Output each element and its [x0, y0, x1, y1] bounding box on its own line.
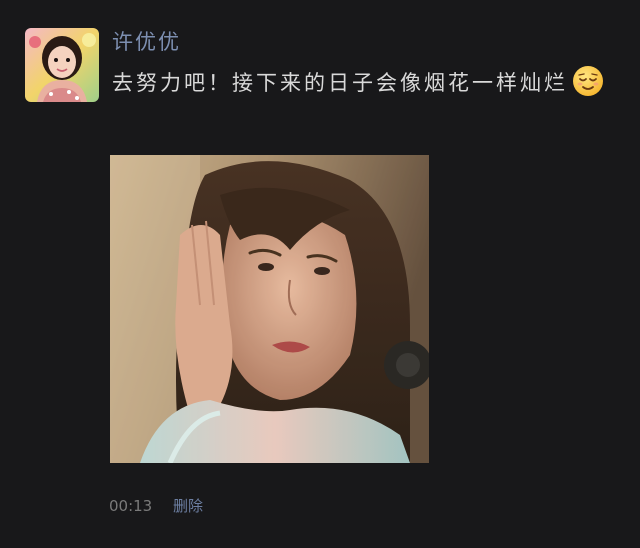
- relieved-face-emoji-icon: [572, 65, 604, 97]
- avatar[interactable]: [25, 28, 99, 102]
- post-message: 去努力吧！接下来的日子会像烟花一样灿烂: [112, 64, 612, 102]
- delete-button[interactable]: 删除: [173, 496, 203, 516]
- post-timestamp: 00:13: [109, 497, 153, 515]
- post-photo[interactable]: [110, 155, 429, 463]
- moment-post: 许优优 去努力吧！接下来的日子会像烟花一样灿烂 00:13 删除: [0, 0, 640, 548]
- post-meta: 00:13 删除: [109, 496, 203, 516]
- username[interactable]: 许优优: [112, 28, 181, 56]
- post-message-text: 去努力吧！接下来的日子会像烟花一样灿烂: [112, 71, 568, 95]
